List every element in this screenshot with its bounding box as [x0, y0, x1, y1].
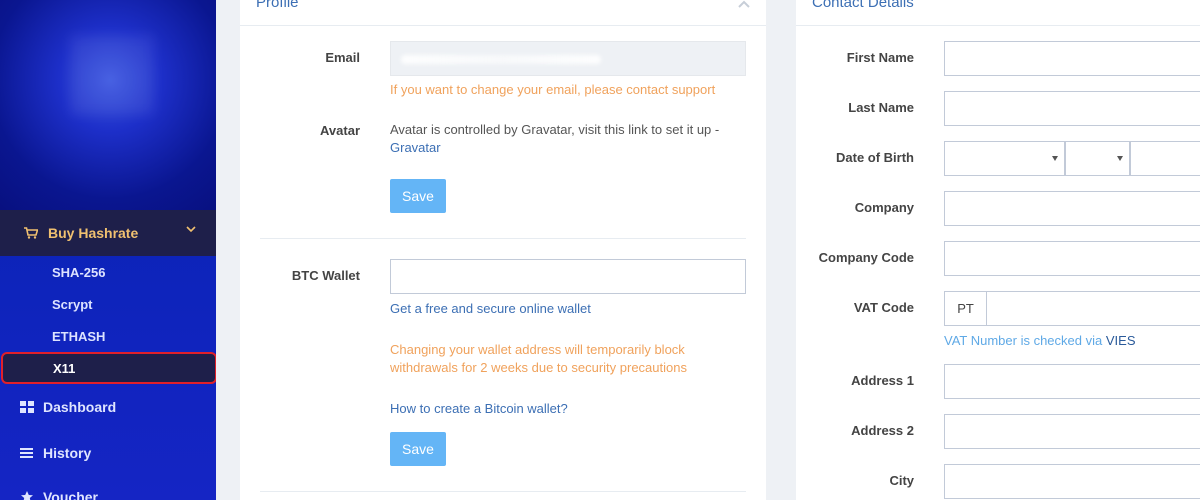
avatar-label: Avatar [320, 123, 360, 138]
first-name-label: First Name [846, 50, 914, 65]
address1-label: Address 1 [851, 373, 914, 388]
profile-title: Profile [256, 0, 299, 11]
bitcoin-wallet-howto-link[interactable]: How to create a Bitcoin wallet? [390, 401, 568, 416]
sidebar-item-x11[interactable]: X11 [1, 352, 216, 384]
email-label: Email [325, 50, 360, 65]
last-name-input[interactable] [944, 91, 1200, 126]
avatar-description: Avatar is controlled by Gravatar, visit … [390, 122, 720, 137]
vat-country-prefix: PT [944, 291, 987, 326]
sidebar-banner [0, 0, 216, 210]
vat-help-description: VAT Number is checked via [944, 333, 1103, 348]
contact-panel-header: Contact Details [796, 0, 1200, 26]
vat-help-text: VAT Number is checked via VIES [944, 333, 1135, 348]
city-label: City [889, 473, 914, 488]
contact-panel: Contact Details First Name Last Name Dat… [796, 0, 1200, 500]
address2-input[interactable] [944, 414, 1200, 449]
nav-voucher[interactable]: Voucher [0, 477, 216, 500]
sidebar-item-sha256[interactable]: SHA-256 [0, 256, 216, 288]
dob-label: Date of Birth [836, 150, 914, 165]
city-input[interactable] [944, 464, 1200, 499]
last-name-label: Last Name [848, 100, 914, 115]
dropdown-arrow-icon [1052, 156, 1058, 161]
save-button[interactable]: Save [390, 179, 446, 213]
sidebar: Buy Hashrate SHA-256 Scrypt ETHASH X11 D… [0, 0, 216, 500]
company-input[interactable] [944, 191, 1200, 226]
star-icon [21, 491, 33, 500]
sidebar-item-ethash[interactable]: ETHASH [0, 320, 216, 352]
gravatar-link[interactable]: Gravatar [390, 140, 441, 155]
dashboard-icon [20, 401, 34, 413]
profile-panel-header: Profile [240, 0, 766, 26]
contact-title: Contact Details [812, 0, 914, 11]
profile-panel: Profile Email If you want to change your… [240, 0, 766, 500]
avatar-text: Avatar is controlled by Gravatar, visit … [390, 121, 750, 157]
vat-code-label: VAT Code [853, 300, 914, 315]
dropdown-arrow-icon [1117, 156, 1123, 161]
chevron-down-icon[interactable] [186, 224, 196, 234]
nav-dashboard[interactable]: Dashboard [0, 387, 216, 427]
chevron-up-icon[interactable] [738, 0, 750, 8]
list-icon [20, 448, 33, 458]
company-code-label: Company Code [818, 250, 914, 265]
company-label: Company [854, 200, 914, 215]
wallet-warning-text: Changing your wallet address will tempor… [390, 342, 687, 375]
nav-history[interactable]: History [0, 433, 216, 473]
dob-year-select[interactable] [944, 141, 1065, 176]
company-code-input[interactable] [944, 241, 1200, 276]
cart-icon [24, 227, 38, 239]
dob-day-select[interactable] [1130, 141, 1200, 176]
address2-label: Address 2 [851, 423, 914, 438]
divider [260, 491, 746, 492]
vies-link[interactable]: VIES [1106, 333, 1136, 348]
online-wallet-link[interactable]: Get a free and secure online wallet [390, 301, 591, 316]
nav-dashboard-label: Dashboard [43, 399, 117, 415]
vat-code-input[interactable] [986, 291, 1200, 326]
dob-month-select[interactable] [1065, 141, 1130, 176]
btc-wallet-input[interactable] [390, 259, 746, 294]
nav-voucher-label: Voucher [43, 489, 98, 500]
nav-buy-hashrate-label: Buy Hashrate [48, 225, 139, 241]
address1-input[interactable] [944, 364, 1200, 399]
divider [260, 238, 746, 239]
first-name-input[interactable] [944, 41, 1200, 76]
sidebar-item-scrypt[interactable]: Scrypt [0, 288, 216, 320]
email-field [390, 41, 746, 76]
btc-wallet-label: BTC Wallet [291, 268, 360, 283]
save-wallet-button[interactable]: Save [390, 432, 446, 466]
nav-buy-hashrate[interactable]: Buy Hashrate [0, 210, 216, 256]
nav-history-label: History [43, 445, 92, 461]
email-help-text: If you want to change your email, please… [390, 82, 716, 97]
